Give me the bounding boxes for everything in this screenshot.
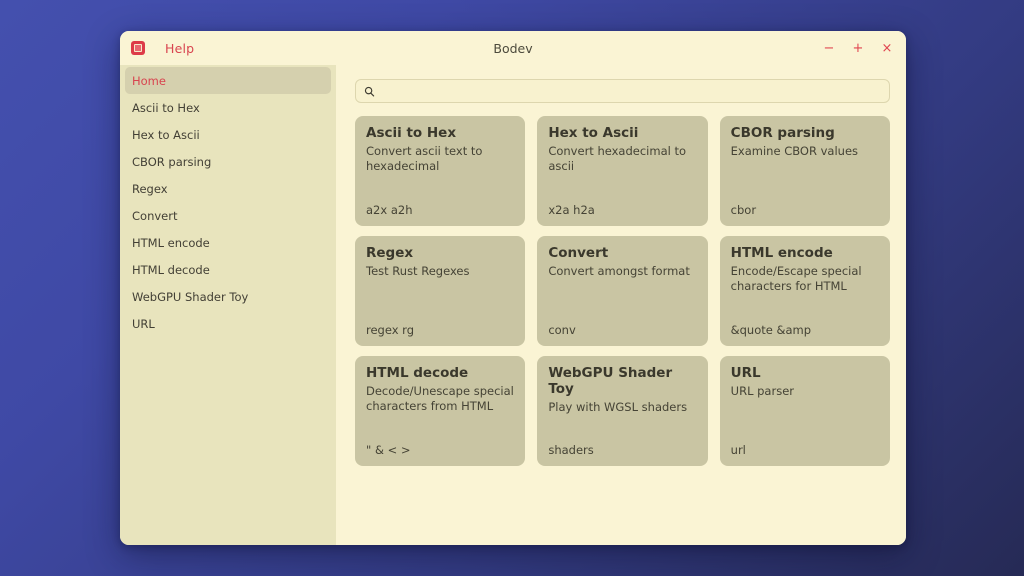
tool-card-grid: Ascii to Hex Convert ascii text to hexad… [355,116,890,466]
sidebar-item-html-encode[interactable]: HTML encode [125,229,331,256]
app-logo-inner [134,44,142,52]
sidebar-item-regex[interactable]: Regex [125,175,331,202]
card-cbor-parsing[interactable]: CBOR parsing Examine CBOR values cbor [719,116,890,226]
card-description: Test Rust Regexes [366,263,470,278]
search-bar[interactable] [355,79,890,103]
card-description: Decode/Unescape special characters from … [366,383,514,414]
card-url[interactable]: URL URL parser url [719,356,890,466]
sidebar-item-webgpu-shader-toy[interactable]: WebGPU Shader Toy [125,283,331,310]
card-tags: x2a h2a [548,203,595,217]
card-tags: &quote &amp [730,323,812,337]
card-description: Convert amongst format [548,263,690,278]
card-title: CBOR parsing [730,125,835,141]
card-title: Ascii to Hex [366,125,457,141]
card-tags: regex rg [366,323,415,337]
card-title: Regex [366,245,414,261]
card-webgpu-shader-toy[interactable]: WebGPU Shader Toy Play with WGSL shaders… [537,356,708,466]
card-title: WebGPU Shader Toy [548,365,673,397]
card-tags: " & < > [366,443,411,457]
sidebar-item-home[interactable]: Home [125,67,331,94]
card-hex-to-ascii[interactable]: Hex to Ascii Convert hexadecimal to asci… [537,116,708,226]
menu-help[interactable]: Help [165,41,194,56]
card-title: HTML encode [730,245,833,261]
app-logo-icon [131,41,145,55]
content-area: Ascii to Hex Convert ascii text to hexad… [336,65,906,545]
card-tags: shaders [548,443,594,457]
card-title: Hex to Ascii [548,125,639,141]
sidebar-item-hex-to-ascii[interactable]: Hex to Ascii [125,121,331,148]
maximize-button[interactable]: + [851,42,865,55]
window-body: Home Ascii to Hex Hex to Ascii CBOR pars… [120,65,906,545]
application-window: Help Bodev − + × Home Ascii to Hex Hex t… [120,31,906,545]
sidebar-item-label: WebGPU Shader Toy [132,289,249,304]
card-tags: cbor [730,203,757,217]
card-description: Convert hexadecimal to ascii [548,143,687,174]
sidebar-item-ascii-to-hex[interactable]: Ascii to Hex [125,94,331,121]
window-title: Bodev [493,40,533,56]
sidebar-item-url[interactable]: URL [125,310,331,337]
card-tags: a2x a2h [366,203,413,217]
card-description: Convert ascii text to hexadecimal [366,143,483,174]
sidebar-item-label: Regex [132,181,168,196]
sidebar-item-label: URL [132,316,155,331]
card-html-decode[interactable]: HTML decode Decode/Unescape special char… [355,356,526,466]
card-convert[interactable]: Convert Convert amongst format conv [537,236,708,346]
sidebar-item-label: Hex to Ascii [132,127,200,142]
card-html-encode[interactable]: HTML encode Encode/Escape special charac… [719,236,890,346]
card-description: Play with WGSL shaders [548,399,688,414]
search-icon [364,86,375,97]
card-title: HTML decode [366,365,469,381]
card-title: Convert [548,245,609,261]
title-bar: Help Bodev − + × [120,31,906,65]
card-description: Encode/Escape special characters for HTM… [730,263,862,294]
card-description: URL parser [730,383,794,398]
sidebar-item-html-decode[interactable]: HTML decode [125,256,331,283]
sidebar-item-cbor-parsing[interactable]: CBOR parsing [125,148,331,175]
window-controls: − + × [822,42,894,55]
minimize-button[interactable]: − [822,42,836,55]
sidebar-item-label: Home [132,73,166,88]
card-tags: conv [548,323,576,337]
sidebar-item-label: Ascii to Hex [132,100,200,115]
sidebar-item-convert[interactable]: Convert [125,202,331,229]
sidebar-item-label: Convert [132,208,178,223]
card-regex[interactable]: Regex Test Rust Regexes regex rg [355,236,526,346]
search-input[interactable] [382,84,881,98]
card-ascii-to-hex[interactable]: Ascii to Hex Convert ascii text to hexad… [355,116,526,226]
card-description: Examine CBOR values [730,143,859,158]
sidebar-item-label: HTML decode [132,262,210,277]
title-bar-left: Help [131,41,194,56]
sidebar: Home Ascii to Hex Hex to Ascii CBOR pars… [120,65,336,545]
card-title: URL [730,365,761,381]
close-button[interactable]: × [880,42,894,55]
card-tags: url [730,443,746,457]
sidebar-item-label: HTML encode [132,235,210,250]
sidebar-item-label: CBOR parsing [132,154,212,169]
